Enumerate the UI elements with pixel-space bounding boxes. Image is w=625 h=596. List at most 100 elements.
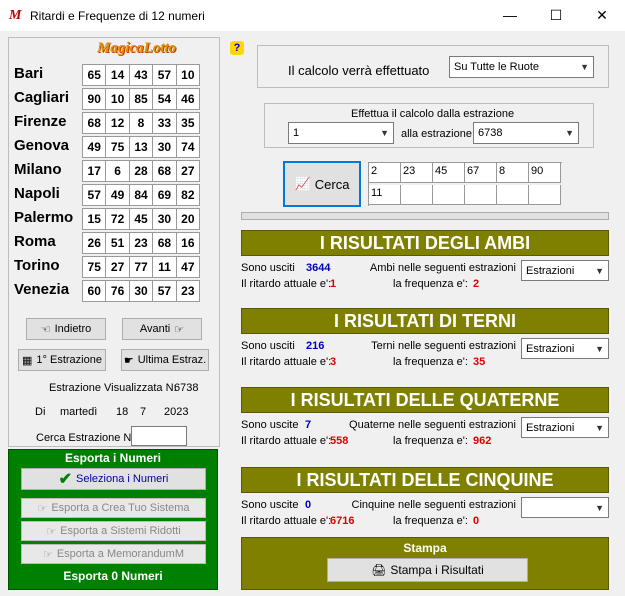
close-button[interactable]: ✕ <box>579 0 625 31</box>
chart-icon: 📈 <box>294 176 311 191</box>
ambi-estrazioni-select[interactable]: Estrazioni ▼ <box>521 260 609 281</box>
print-title: Stampa <box>403 541 447 555</box>
search-draw-label: Cerca Estrazione N: <box>36 432 135 444</box>
chevron-down-icon: ▼ <box>595 343 604 354</box>
wheel-name: Torino <box>14 257 60 274</box>
terni-freq-label: la frequenza e': <box>393 356 468 368</box>
drawn-number: 75 <box>83 257 107 277</box>
ambi-freq-value: 2 <box>473 278 480 290</box>
wheel-name: Firenze <box>14 113 67 130</box>
drawn-number: 8 <box>130 113 154 133</box>
ruote-select[interactable]: Su Tutte le Ruote ▼ <box>449 56 594 78</box>
drawn-number: 12 <box>106 113 130 133</box>
selected-number-cell[interactable]: 8 <box>497 163 529 183</box>
terni-usciti-value: 216 <box>306 340 325 352</box>
cinquine-next-label: Cinquine nelle seguenti estrazioni <box>351 499 517 511</box>
help-icon[interactable]: ? <box>230 41 244 55</box>
chevron-down-icon: ▼ <box>380 128 389 138</box>
ambi-ritardo-value: 1 <box>330 278 337 290</box>
selected-number-cell[interactable]: 23 <box>401 163 433 183</box>
quaterne-usciti-value: 7 <box>305 419 312 431</box>
drawn-number: 14 <box>106 65 130 85</box>
search-button[interactable]: 📈 Cerca <box>283 161 361 207</box>
quaterne-estrazioni-select[interactable]: Estrazioni ▼ <box>521 417 609 438</box>
wheel-name: Roma <box>14 233 56 250</box>
selected-number-cell[interactable] <box>401 184 433 205</box>
drawn-number: 16 <box>181 236 195 250</box>
drawn-number: 30 <box>130 281 154 301</box>
selected-number-cell[interactable]: 45 <box>433 163 465 183</box>
select-value: Estrazioni <box>526 342 575 355</box>
drawn-number: 75 <box>106 137 130 157</box>
export-sistemi-ridotti-button[interactable]: ☞ Esporta a Sistemi Ridotti <box>21 521 206 541</box>
drawn-number: 11 <box>153 257 177 277</box>
drawn-number: 30 <box>153 209 177 229</box>
drawn-number: 69 <box>153 185 177 205</box>
to-draw-select[interactable]: 6738 ▼ <box>473 122 579 144</box>
selected-numbers-grid: 2 23 45 67 8 90 11 <box>368 162 562 206</box>
drawn-number: 51 <box>106 233 130 253</box>
selected-number-cell[interactable] <box>497 184 529 205</box>
year: 2023 <box>164 406 189 418</box>
select-numbers-button[interactable]: ✔ Seleziona i Numeri <box>21 468 206 490</box>
drawn-number: 49 <box>106 185 130 205</box>
cinquine-usciti-value: 0 <box>305 499 312 511</box>
drawn-number: 84 <box>130 185 154 205</box>
wheel-numbers-row: 26 51 23 68 16 <box>82 232 200 254</box>
selected-number-cell[interactable]: 2 <box>369 163 401 183</box>
wheel-name: Bari <box>14 65 44 82</box>
export-hand-icon: ☞ <box>37 502 48 515</box>
chevron-down-icon: ▼ <box>565 128 574 138</box>
drawn-number: 72 <box>106 209 130 229</box>
search-draw-input[interactable] <box>131 426 187 446</box>
drawn-number: 90 <box>83 89 107 109</box>
cinquine-ritardo-value: 6716 <box>330 515 355 527</box>
title-bar: M Ritardi e Frequenze di 12 numeri — ☐ ✕ <box>0 0 625 31</box>
minimize-button[interactable]: — <box>487 0 533 31</box>
cinquine-estrazioni-select[interactable]: ▼ <box>521 497 609 518</box>
selected-number-cell[interactable] <box>529 184 561 205</box>
chevron-down-icon: ▼ <box>595 422 604 433</box>
back-button[interactable]: ☜ Indietro <box>26 318 106 340</box>
quaterne-ritardo-label: Il ritardo attuale e': <box>241 435 332 447</box>
selected-number-cell[interactable] <box>465 184 497 205</box>
drawn-number: 74 <box>181 140 195 154</box>
wheel-numbers-row: 17 6 28 68 27 <box>82 160 200 182</box>
range-from-label: Effettua il calcolo dalla estrazione <box>351 108 515 120</box>
drawn-number: 65 <box>83 65 107 85</box>
print-results-button[interactable]: 🖨 Stampa i Risultati <box>327 558 528 582</box>
terni-ritardo-label: Il ritardo attuale e': <box>241 356 332 368</box>
select-value: Estrazioni <box>526 421 575 434</box>
drawn-number: 35 <box>181 116 195 130</box>
forward-button[interactable]: Avanti ☞ <box>122 318 202 340</box>
drawn-number: 23 <box>130 233 154 253</box>
month: 7 <box>140 406 147 418</box>
ambi-next-label: Ambi nelle seguenti estrazioni <box>369 262 516 274</box>
quaterne-results-banner: I RISULTATI DELLE QUATERNE <box>241 387 609 413</box>
wheel-name: Genova <box>14 137 70 154</box>
ambi-usciti-value: 3644 <box>306 262 331 274</box>
drawn-number: 27 <box>181 164 195 178</box>
export-memorandum-button[interactable]: ☞ Esporta a MemorandumM <box>21 544 206 564</box>
visualized-value: 6738 <box>174 382 199 394</box>
selected-number-cell[interactable]: 90 <box>529 163 561 183</box>
cinquine-results-banner: I RISULTATI DELLE CINQUINE <box>241 467 609 493</box>
export-hand-icon: ☞ <box>46 525 57 538</box>
quaterne-next-label: Quaterne nelle seguenti estrazioni <box>349 419 516 431</box>
first-draw-button[interactable]: ▦ 1° Estrazione <box>18 349 106 371</box>
selected-number-cell[interactable]: 67 <box>465 163 497 183</box>
export-crea-sistema-button[interactable]: ☞ Esporta a Crea Tuo Sistema <box>21 498 206 518</box>
wheel-numbers-row: 90 10 85 54 46 <box>82 88 200 110</box>
selected-number-cell[interactable] <box>433 184 465 205</box>
from-draw-select[interactable]: 1 ▼ <box>288 122 394 144</box>
selected-number-cell[interactable]: 11 <box>369 184 401 205</box>
terni-estrazioni-select[interactable]: Estrazioni ▼ <box>521 338 609 359</box>
last-draw-button[interactable]: ☛ Ultima Estraz. <box>121 349 209 371</box>
drawn-number: 46 <box>181 92 195 106</box>
wheel-name: Cagliari <box>14 89 70 106</box>
wheel-numbers-row: 60 76 30 57 23 <box>82 280 200 302</box>
drawn-number: 85 <box>130 89 154 109</box>
quaterne-freq-value: 962 <box>473 435 492 447</box>
maximize-button[interactable]: ☐ <box>533 0 579 31</box>
drawn-number: 77 <box>130 257 154 277</box>
